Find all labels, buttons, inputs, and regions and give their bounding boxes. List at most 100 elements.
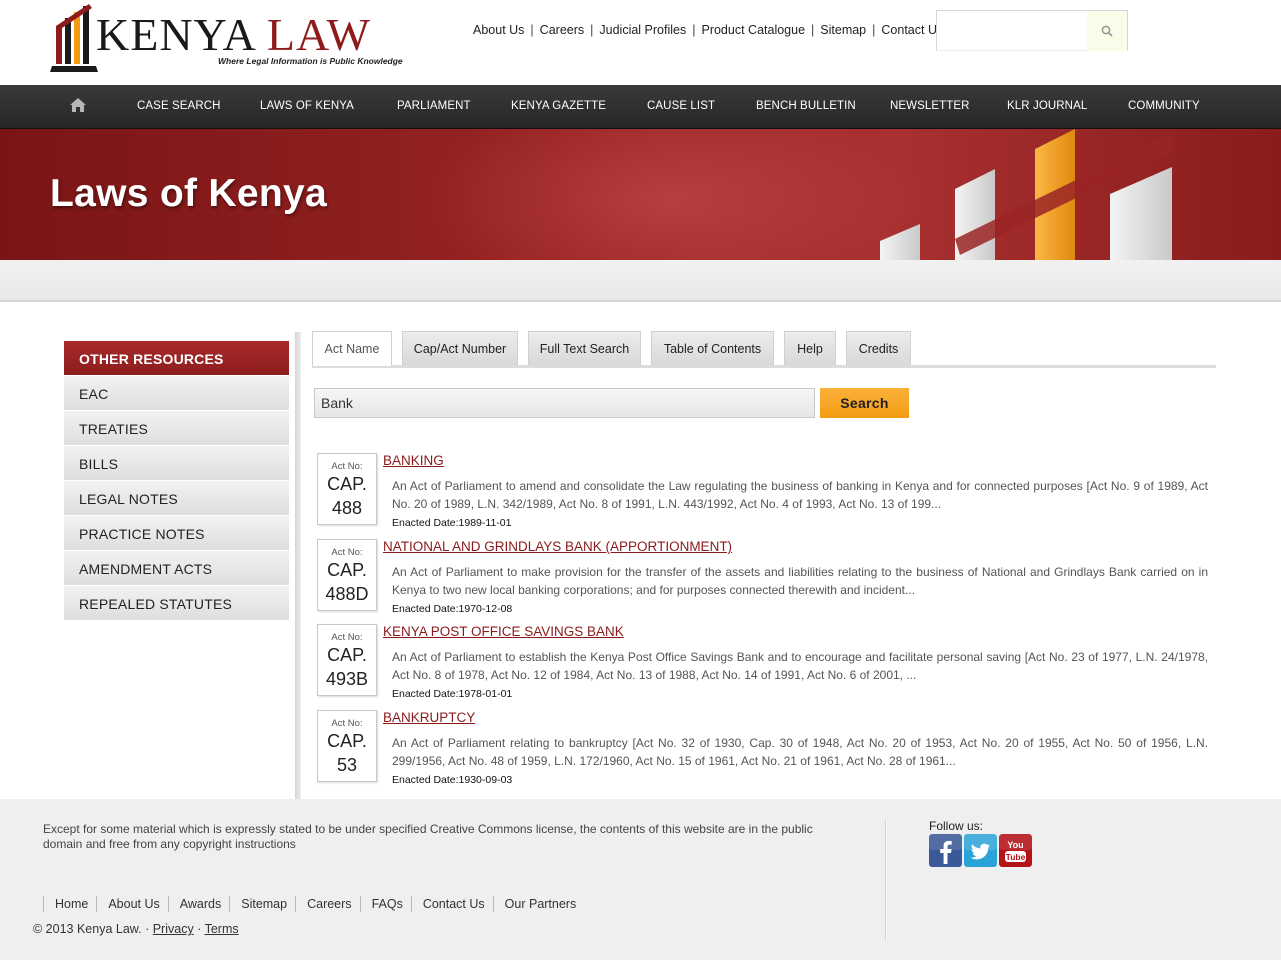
privacy-link[interactable]: Privacy	[153, 922, 194, 936]
cap-number: 493B	[325, 669, 369, 689]
search-tabs: Act Name Cap/Act Number Full Text Search…	[312, 331, 1216, 368]
logo-tagline: Where Legal Information is Public Knowle…	[218, 56, 403, 66]
result-enacted-date: Enacted Date:1978-01-01	[392, 688, 513, 700]
toplink-separator: |	[530, 23, 534, 37]
tab-act-name[interactable]: Act Name	[312, 331, 392, 366]
nav-klr-journal[interactable]: KLR JOURNAL	[1007, 100, 1087, 112]
site-header: KENYA LAW Where Legal Information is Pub…	[0, 0, 1281, 85]
toplink-judicial-profiles[interactable]: Judicial Profiles	[599, 23, 686, 37]
cap-number-box: Act No: CAP. 488D	[317, 539, 377, 611]
facebook-icon[interactable]	[929, 834, 962, 867]
tab-full-text-search[interactable]: Full Text Search	[528, 331, 641, 365]
search-icon	[1101, 25, 1113, 37]
copyright-notice: Except for some material which is expres…	[43, 822, 813, 851]
footer-link-faqs[interactable]: FAQs	[359, 896, 411, 912]
nav-newsletter[interactable]: NEWSLETTER	[890, 100, 970, 112]
cap-label: Act No:	[331, 547, 363, 558]
sidebar-item-bills[interactable]: BILLS	[64, 445, 289, 480]
cap-label: Act No:	[331, 718, 363, 729]
footer-link-about-us[interactable]: About Us	[96, 896, 167, 912]
toplink-careers[interactable]: Careers	[540, 23, 584, 37]
result-enacted-date: Enacted Date:1970-12-08	[392, 603, 513, 615]
result-title-link[interactable]: KENYA POST OFFICE SAVINGS BANK	[383, 624, 624, 639]
cap-prefix: CAP.	[327, 474, 367, 494]
nav-parliament[interactable]: PARLIAMENT	[397, 100, 471, 112]
search-button[interactable]: Search	[820, 388, 909, 418]
cap-number: 53	[336, 755, 358, 775]
cap-label: Act No:	[331, 632, 363, 643]
tab-help[interactable]: Help	[784, 331, 836, 365]
toplink-separator: |	[872, 23, 876, 37]
tab-credits[interactable]: Credits	[846, 331, 911, 365]
pillars-logo-icon	[50, 4, 98, 72]
tab-table-of-contents[interactable]: Table of Contents	[651, 331, 774, 365]
result-description: An Act of Parliament to make provision f…	[392, 565, 1208, 597]
result-description: An Act of Parliament relating to bankrup…	[392, 736, 1208, 768]
sidebar-item-amendment-acts[interactable]: AMENDMENT ACTS	[64, 550, 289, 585]
kenya-law-logo[interactable]: KENYA LAW Where Legal Information is Pub…	[50, 4, 420, 74]
sidebar-item-practice-notes[interactable]: PRACTICE NOTES	[64, 515, 289, 550]
result-title-link[interactable]: NATIONAL AND GRINDLAYS BANK (APPORTIONME…	[383, 539, 732, 554]
twitter-icon[interactable]	[964, 834, 997, 867]
nav-bench-bulletin[interactable]: BENCH BULLETIN	[756, 100, 856, 112]
page-banner: Laws of Kenya	[0, 129, 1281, 260]
result-item: Act No: CAP. 53 BANKRUPTCY An Act of Par…	[317, 710, 1212, 790]
sidebar-item-repealed-statutes[interactable]: REPEALED STATUTES	[64, 585, 289, 620]
sidebar-item-legal-notes[interactable]: LEGAL NOTES	[64, 480, 289, 515]
logo-word-law: LAW	[266, 9, 371, 60]
pillars-graphic-icon	[880, 129, 1176, 260]
footer-link-contact-us[interactable]: Contact Us	[410, 896, 493, 912]
youtube-icon[interactable]: You Tube	[999, 834, 1032, 867]
nav-case-search[interactable]: CASE SEARCH	[137, 100, 221, 112]
link-separator: ·	[197, 922, 202, 936]
result-title-link[interactable]: BANKRUPTCY	[383, 710, 475, 725]
footer-link-our-partners[interactable]: Our Partners	[492, 896, 585, 912]
result-description: An Act of Parliament to amend and consol…	[392, 479, 1208, 511]
act-name-search-input[interactable]: Bank	[314, 388, 815, 418]
nav-community[interactable]: COMMUNITY	[1128, 100, 1200, 112]
result-enacted-date: Enacted Date:1930-09-03	[392, 774, 513, 786]
main-nav: CASE SEARCH LAWS OF KENYA PARLIAMENT KEN…	[0, 85, 1281, 129]
logo-word-kenya: KENYA	[96, 9, 255, 60]
cap-number-box: Act No: CAP. 53	[317, 710, 377, 782]
toplink-separator: |	[811, 23, 815, 37]
banner-subbar	[0, 260, 1281, 302]
cap-prefix: CAP.	[327, 560, 367, 580]
footer-link-awards[interactable]: Awards	[167, 896, 229, 912]
column-divider	[295, 332, 301, 799]
cap-prefix: CAP.	[327, 645, 367, 665]
cap-number-box: Act No: CAP. 488	[317, 453, 377, 525]
sidebar-item-eac[interactable]: EAC	[64, 375, 289, 410]
result-description: An Act of Parliament to establish the Ke…	[392, 650, 1208, 682]
result-enacted-date: Enacted Date:1989-11-01	[392, 517, 512, 529]
toplink-about-us[interactable]: About Us	[473, 23, 524, 37]
footer-link-sitemap[interactable]: Sitemap	[229, 896, 295, 912]
copyright-text: © 2013 Kenya Law. ·	[33, 922, 150, 936]
footer-links: Home About Us Awards Sitemap Careers FAQ…	[43, 896, 584, 912]
nav-kenya-gazette[interactable]: KENYA GAZETTE	[511, 100, 606, 112]
result-item: Act No: CAP. 493B KENYA POST OFFICE SAVI…	[317, 624, 1212, 704]
terms-link[interactable]: Terms	[205, 922, 239, 936]
footer-link-home[interactable]: Home	[43, 896, 96, 912]
cap-number: 488	[331, 498, 363, 518]
site-search-input[interactable]	[939, 13, 1084, 48]
cap-prefix: CAP.	[327, 731, 367, 751]
toplink-product-catalogue[interactable]: Product Catalogue	[701, 23, 805, 37]
copyright-line: © 2013 Kenya Law. · Privacy · Terms	[33, 922, 239, 936]
nav-laws-of-kenya[interactable]: LAWS OF KENYA	[260, 100, 354, 112]
tab-cap-act-number[interactable]: Cap/Act Number	[402, 331, 518, 365]
site-search-button[interactable]	[1087, 11, 1127, 51]
toplink-separator: |	[692, 23, 696, 37]
cap-number: 488D	[325, 584, 369, 604]
banner-glow	[420, 129, 920, 260]
nav-cause-list[interactable]: CAUSE LIST	[647, 100, 715, 112]
sidebar-item-treaties[interactable]: TREATIES	[64, 410, 289, 445]
footer-link-careers[interactable]: Careers	[295, 896, 359, 912]
toplink-contact-us[interactable]: Contact Us	[881, 23, 943, 37]
cap-number-box: Act No: CAP. 493B	[317, 624, 377, 696]
home-icon[interactable]	[70, 98, 86, 112]
toplink-sitemap[interactable]: Sitemap	[820, 23, 866, 37]
result-title-link[interactable]: BANKING	[383, 453, 444, 468]
result-item: Act No: CAP. 488D NATIONAL AND GRINDLAYS…	[317, 539, 1212, 619]
site-search-box	[936, 10, 1128, 51]
